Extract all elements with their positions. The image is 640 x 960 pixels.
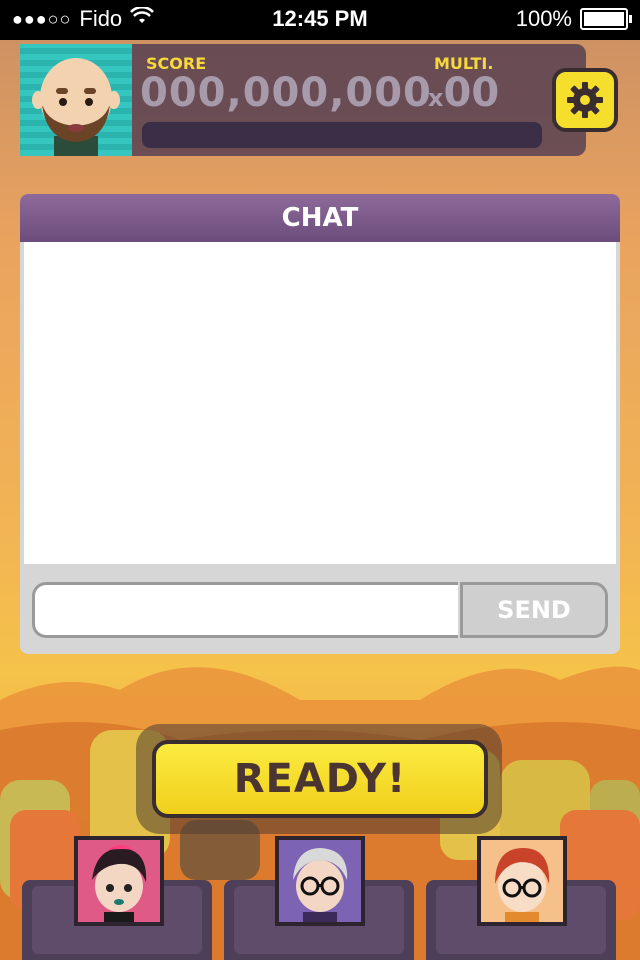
player-avatar-pink-hair[interactable] (74, 836, 164, 926)
bald-bearded-man-icon (32, 58, 120, 156)
pink-hair-girl-icon (78, 840, 160, 922)
status-bar: ●●●○○ Fido 12:45 PM 100% (0, 0, 640, 40)
player-avatar-gray-hair[interactable] (275, 836, 365, 926)
score-value: 000,000,000 (140, 70, 432, 116)
player-avatar[interactable] (20, 44, 132, 156)
score-progress-bar (142, 122, 542, 148)
settings-button[interactable] (552, 68, 618, 132)
chat-message-log[interactable] (24, 242, 616, 564)
red-hair-glasses-icon (481, 840, 563, 922)
ready-button[interactable]: READY! (152, 740, 488, 818)
multiplier-prefix: x (428, 84, 444, 112)
battery-icon (580, 8, 632, 30)
send-button[interactable]: SEND (460, 582, 608, 638)
battery-percent: 100% (515, 6, 572, 31)
player-avatar-red-hair[interactable] (477, 836, 567, 926)
status-right: 100% (515, 6, 632, 32)
chat-title: CHAT (20, 194, 620, 242)
gear-icon (567, 82, 603, 118)
chat-panel: CHAT SEND (20, 194, 620, 654)
gray-hair-glasses-icon (279, 840, 361, 922)
multiplier-number: 00 (443, 70, 500, 116)
chat-input[interactable] (32, 582, 458, 638)
multiplier-value: x00 (428, 70, 499, 116)
